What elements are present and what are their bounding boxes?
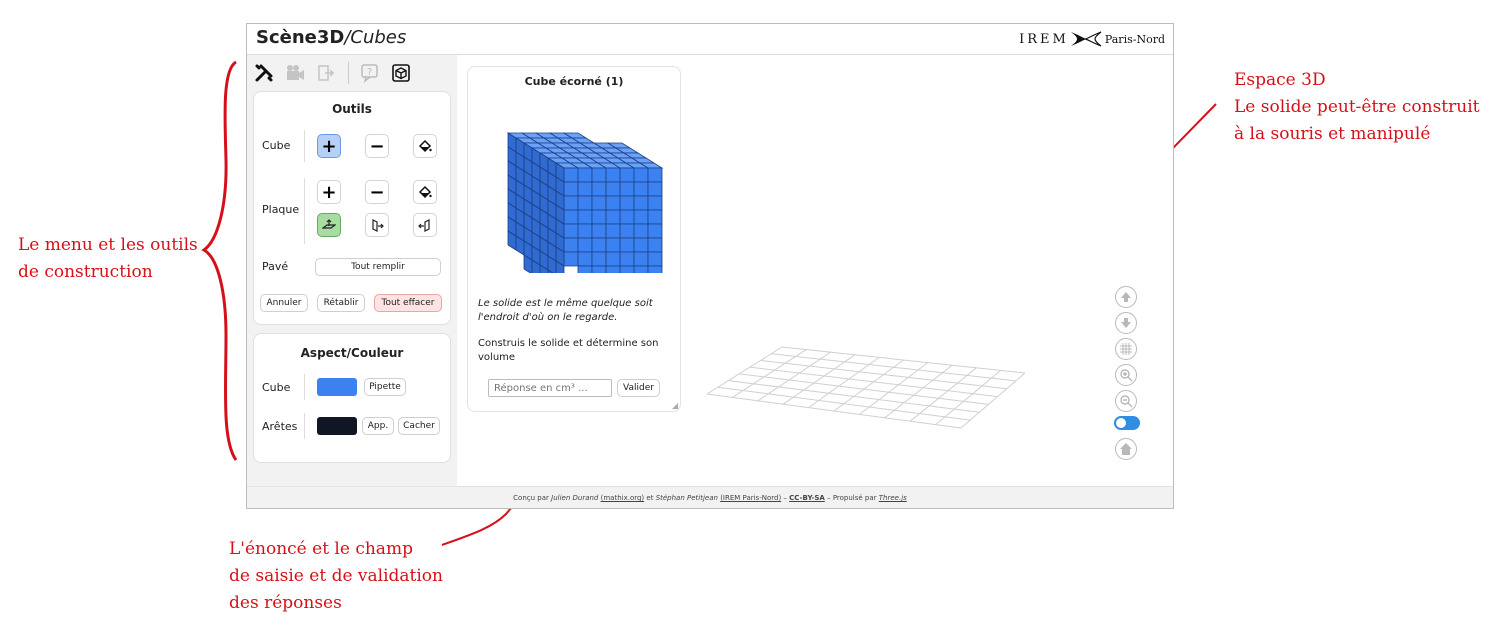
app-title-main: Scène3D xyxy=(256,27,345,48)
annotation-right-line3: à la souris et manipulé xyxy=(1234,124,1431,144)
toggle-knob xyxy=(1116,418,1126,428)
ground-grid xyxy=(706,346,1026,429)
zoom-out-icon[interactable] xyxy=(1115,390,1137,412)
annotation-bottom: L'énoncé et le champ de saisie et de val… xyxy=(229,536,443,617)
footer-designed-by: Conçu par xyxy=(513,494,549,502)
left-brace xyxy=(201,60,238,461)
annotation-left-line2: de construction xyxy=(18,262,153,282)
brand-irem: IREM xyxy=(1019,31,1069,47)
toggle-switch[interactable] xyxy=(1114,416,1140,430)
footer-license-link[interactable]: CC-BY-SA xyxy=(789,494,825,502)
footer-author2-link[interactable]: (IREM Paris-Nord) xyxy=(720,494,781,502)
annotation-bottom-line1: L'énoncé et le champ xyxy=(229,539,413,559)
zoom-in-icon[interactable] xyxy=(1115,364,1137,386)
app-header: Scène3D/Cubes IREM Paris-Nord xyxy=(247,24,1173,55)
footer-dash: – xyxy=(783,494,787,502)
annotation-bottom-line3: des réponses xyxy=(229,593,342,613)
footer-engine-link[interactable]: Three.js xyxy=(879,494,907,502)
app-window: Scène3D/Cubes IREM Paris-Nord ? Outils C… xyxy=(246,23,1174,509)
annotation-right-line2: Le solide peut-être construit xyxy=(1234,97,1480,117)
footer-author1-link[interactable]: (mathix.org) xyxy=(601,494,645,502)
grid-icon[interactable] xyxy=(1115,338,1137,360)
home-icon[interactable] xyxy=(1115,438,1137,460)
viewport-controls xyxy=(1114,286,1143,464)
grid-line xyxy=(739,373,989,405)
brand-paris-nord: Paris-Nord xyxy=(1104,32,1165,46)
annotation-bottom-line2: de saisie et de validation xyxy=(229,566,443,586)
annotation-right: Espace 3D Le solide peut-être construit … xyxy=(1234,67,1480,148)
brand-mark-icon xyxy=(1070,31,1102,47)
footer-author2: Stéphan Petitjean xyxy=(655,494,718,502)
viewport-3d[interactable] xyxy=(247,55,1173,486)
annotation-left: Le menu et les outils de construction xyxy=(18,232,198,286)
brand-logo: IREM Paris-Nord xyxy=(1019,30,1165,48)
footer-author1: Julien Durand xyxy=(551,494,599,502)
arrow-up-icon[interactable] xyxy=(1115,286,1137,308)
app-title-subtitle: /Cubes xyxy=(344,27,407,48)
arrow-down-icon[interactable] xyxy=(1115,312,1137,334)
footer: Conçu par Julien Durand (mathix.org) et … xyxy=(247,486,1173,508)
footer-powered-by: – Propulsé par xyxy=(827,494,877,502)
footer-and: et xyxy=(646,494,654,502)
app-title: Scène3D/Cubes xyxy=(256,27,406,48)
annotation-right-line1: Espace 3D xyxy=(1234,70,1326,90)
annotation-left-line1: Le menu et les outils xyxy=(18,235,198,255)
